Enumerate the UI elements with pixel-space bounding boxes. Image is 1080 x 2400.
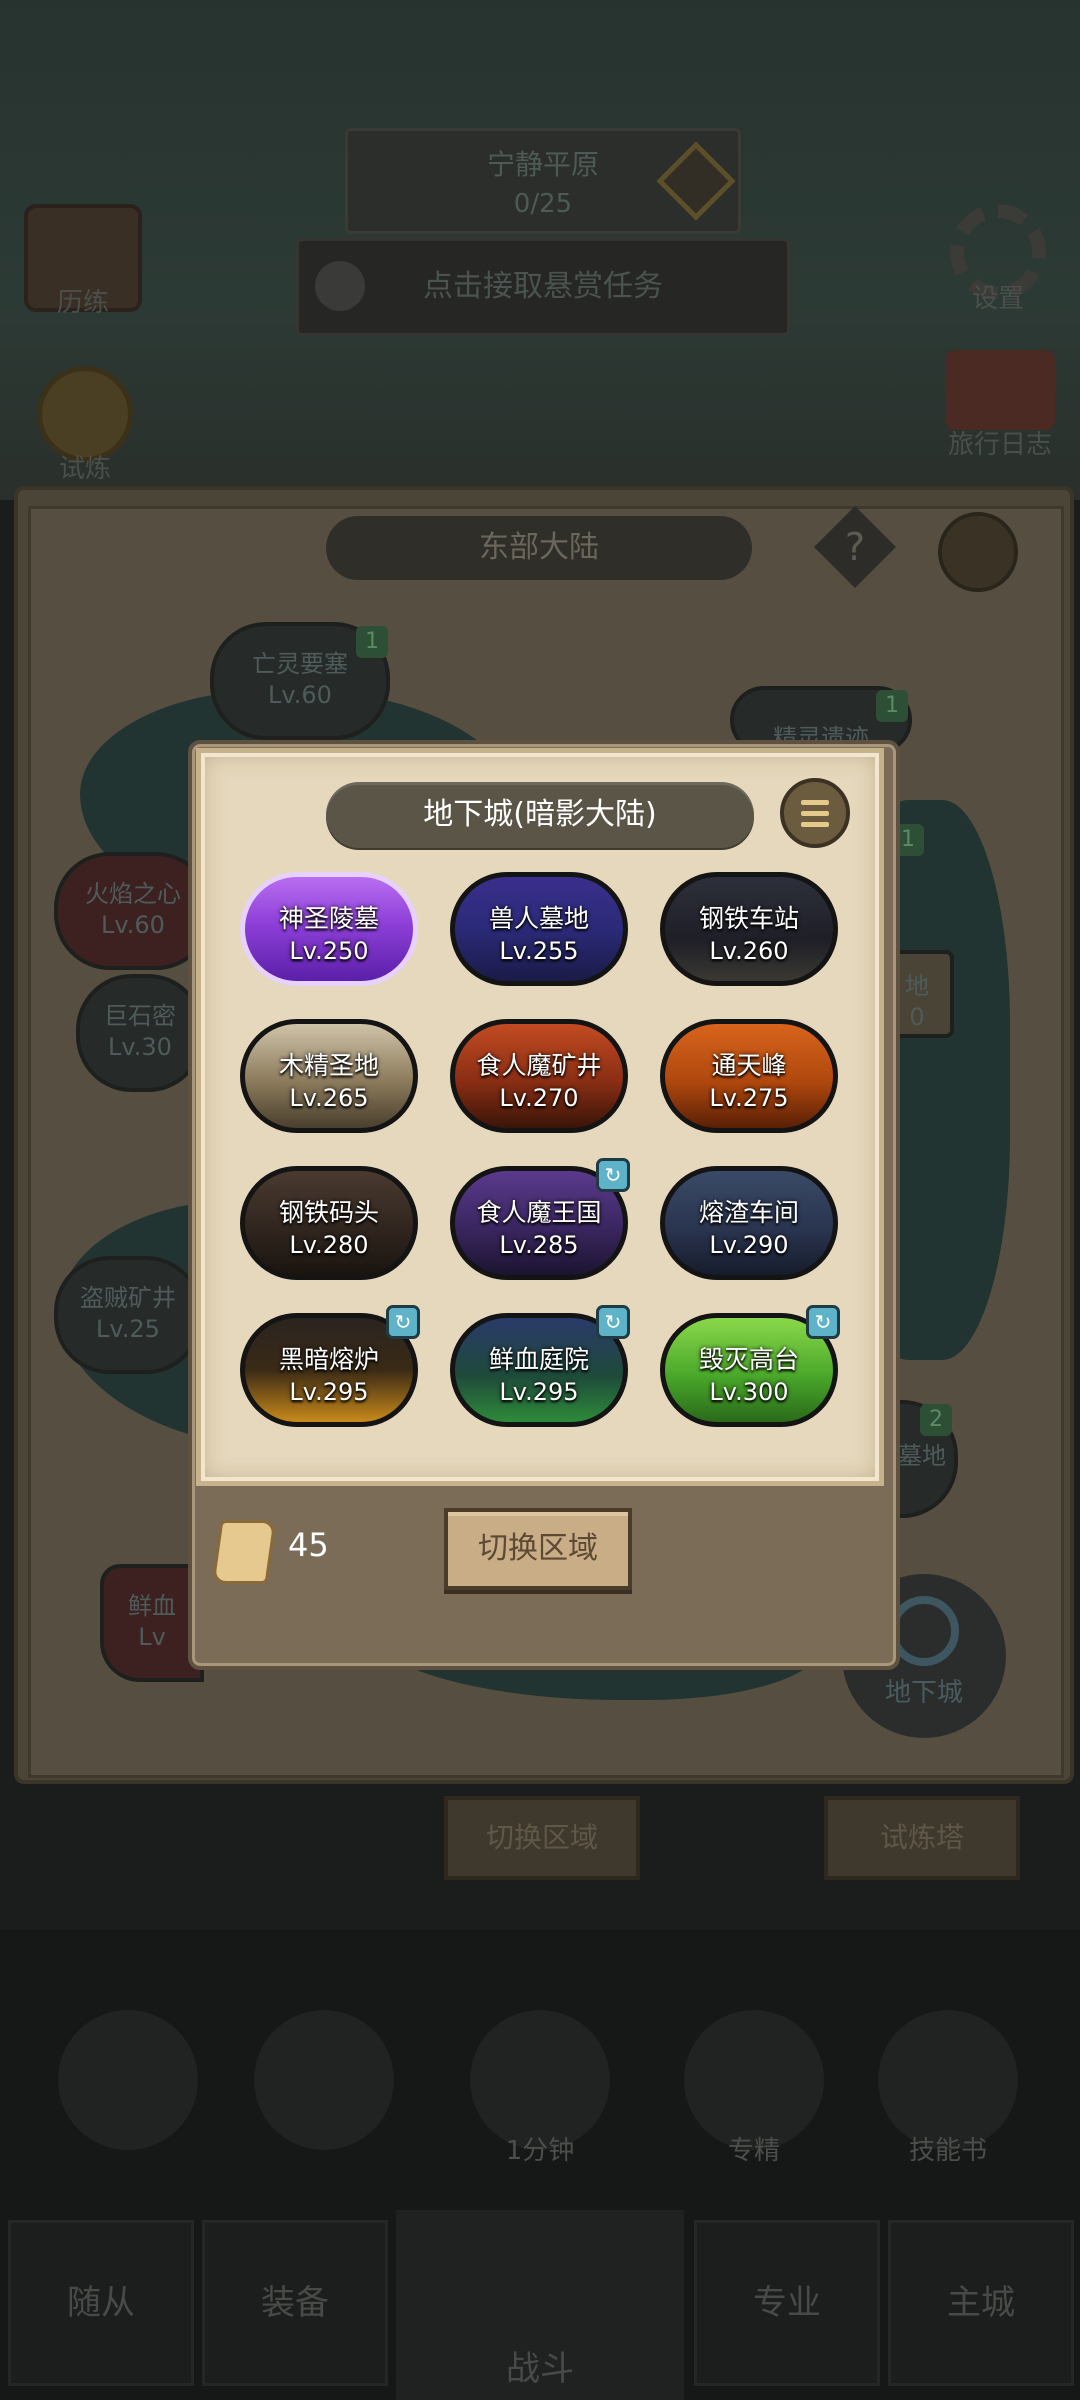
zone-status-panel[interactable]: 宁静平原 0/25	[345, 128, 741, 234]
dungeon-level: Lv.295	[289, 1378, 369, 1406]
dungeon-list-menu-button[interactable]	[780, 778, 850, 848]
dungeon-name: 食人魔王国	[476, 1198, 602, 1227]
map-node-level: Lv	[138, 1623, 166, 1651]
switch-region-button[interactable]: 切换区域	[444, 1508, 632, 1590]
dungeon-popup-title: 地下城(暗影大陆)	[326, 782, 754, 848]
nav-main-city[interactable]: 主城	[888, 2220, 1074, 2386]
map-node-name: 鲜血	[128, 1592, 176, 1620]
refresh-badge-icon: ↻	[596, 1305, 630, 1339]
dungeon-level: Lv.260	[709, 937, 789, 965]
skill-book-label: 技能书	[908, 2136, 987, 2166]
book-icon	[945, 350, 1055, 430]
nav-equipment[interactable]: 装备	[202, 2220, 388, 2386]
skill-timer: 1分钟	[505, 2136, 575, 2166]
dungeon-entry-label: 地下城	[884, 1678, 963, 1708]
dungeon-tile[interactable]: 食人魔矿井 Lv.270	[450, 1019, 628, 1133]
dungeon-name: 通天峰	[711, 1051, 787, 1080]
trial-tower-button[interactable]: 试炼塔	[824, 1796, 1020, 1880]
dungeon-name: 鲜血庭院	[488, 1345, 589, 1374]
specialty-label: 专精	[727, 2136, 780, 2166]
map-node-level: Lv.60	[268, 681, 332, 709]
map-node-thief-mine[interactable]: 盗贼矿井 Lv.25	[54, 1256, 202, 1374]
dungeon-level: Lv.270	[499, 1084, 579, 1112]
settings-label: 设置	[971, 284, 1024, 314]
dungeon-name: 黑暗熔炉	[278, 1345, 379, 1374]
map-node-boulder[interactable]: 巨石密 Lv.30	[76, 974, 204, 1092]
dungeon-level: Lv.265	[289, 1084, 369, 1112]
map-node-level: Lv.30	[108, 1033, 172, 1061]
dungeon-scroll-icon	[211, 1520, 277, 1584]
map-node-level: Lv.60	[101, 911, 165, 939]
dungeon-level: Lv.250	[289, 937, 369, 965]
dungeon-level: Lv.295	[499, 1378, 579, 1406]
training-button[interactable]: 历练	[18, 204, 148, 319]
map-node-name: 盗贼矿井	[80, 1284, 176, 1312]
map-node-badge: 1	[876, 690, 908, 722]
map-node-name: 火焰之心	[85, 880, 181, 908]
dungeon-level: Lv.290	[709, 1231, 789, 1259]
dungeon-name: 钢铁码头	[278, 1198, 379, 1227]
dungeon-name: 木精圣地	[278, 1051, 379, 1080]
dungeon-name: 兽人墓地	[488, 904, 589, 933]
dungeon-name: 食人魔矿井	[476, 1051, 602, 1080]
dungeon-name: 熔渣车间	[698, 1198, 799, 1227]
nav-profession[interactable]: 专业	[694, 2220, 880, 2386]
skill-slot[interactable]: 1分钟	[470, 2010, 610, 2166]
dungeon-level: Lv.285	[499, 1231, 579, 1259]
map-node-level: Lv.25	[96, 1315, 160, 1343]
map-menu-button[interactable]	[938, 512, 1018, 592]
dungeon-scroll-count: 45	[288, 1526, 329, 1564]
map-switch-region-button[interactable]: 切换区域	[444, 1796, 640, 1880]
map-node-name: 巨石密	[104, 1002, 176, 1030]
dungeon-tile[interactable]: 兽人墓地 Lv.255	[450, 872, 628, 986]
bounty-icon	[315, 261, 365, 311]
bounty-task-bar[interactable]: 点击接取悬赏任务	[296, 238, 790, 336]
dungeon-tile[interactable]: 神圣陵墓 Lv.250	[240, 872, 418, 986]
dungeon-tile[interactable]: 木精圣地 Lv.265	[240, 1019, 418, 1133]
travel-log-label: 旅行日志	[947, 430, 1052, 460]
dungeon-tile[interactable]: 熔渣车间 Lv.290	[660, 1166, 838, 1280]
dungeon-level: Lv.300	[709, 1378, 789, 1406]
specialty-button[interactable]: 专精	[684, 2010, 824, 2166]
nav-followers[interactable]: 随从	[8, 2220, 194, 2386]
dungeon-level: Lv.280	[289, 1231, 369, 1259]
help-icon: ?	[844, 525, 866, 569]
refresh-badge-icon: ↻	[596, 1158, 630, 1192]
dungeon-level: Lv.275	[709, 1084, 789, 1112]
skill-slot[interactable]	[58, 2010, 198, 2150]
menu-icon-bar	[801, 811, 829, 816]
refresh-badge-icon: ↻	[386, 1305, 420, 1339]
menu-icon-bar	[801, 822, 829, 827]
menu-icon	[801, 800, 829, 805]
skill-slot[interactable]	[254, 2010, 394, 2150]
map-title: 东部大陆	[326, 516, 752, 580]
help-button[interactable]: ?	[813, 505, 897, 589]
dungeon-grid: 神圣陵墓 Lv.250 兽人墓地 Lv.255 钢铁车站 Lv.260 木精圣地 Lv.265…	[240, 872, 840, 1432]
dungeon-name: 毁灭高台	[698, 1345, 799, 1374]
refresh-badge-icon: ↻	[806, 1305, 840, 1339]
trial-button[interactable]: 试炼	[30, 366, 140, 485]
map-node-badge: 1	[356, 626, 388, 658]
dungeon-level: Lv.255	[499, 937, 579, 965]
training-label: 历练	[56, 288, 109, 318]
settings-button[interactable]: 设置	[938, 204, 1058, 315]
nav-battle[interactable]: 战斗	[396, 2210, 684, 2400]
dungeon-name: 钢铁车站	[698, 904, 799, 933]
trial-label: 试炼	[58, 454, 111, 484]
dungeon-name: 神圣陵墓	[278, 904, 379, 933]
dungeon-tile[interactable]: 钢铁车站 Lv.260	[660, 872, 838, 986]
travel-log-button[interactable]: 旅行日志	[930, 350, 1070, 461]
skill-book-button[interactable]: 技能书	[878, 2010, 1018, 2166]
dungeon-tile[interactable]: 通天峰 Lv.275	[660, 1019, 838, 1133]
nav-battle-label: 战斗	[506, 2349, 574, 2389]
dungeon-tile[interactable]: 钢铁码头 Lv.280	[240, 1166, 418, 1280]
bounty-text: 点击接取悬赏任务	[423, 269, 663, 304]
map-node-badge: 2	[920, 1404, 952, 1436]
